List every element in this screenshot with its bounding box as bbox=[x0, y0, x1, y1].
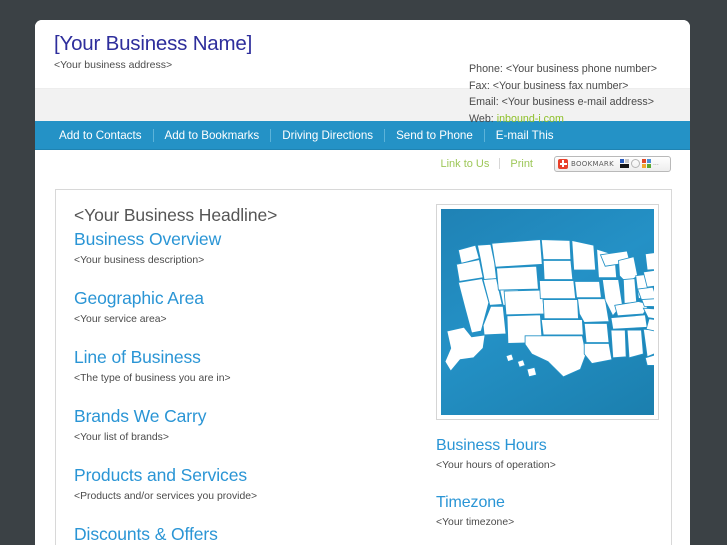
section-title: Discounts & Offers bbox=[74, 524, 218, 544]
page-header: [Your Business Name] <Your business addr… bbox=[35, 20, 690, 125]
section-body: <Your timezone> bbox=[436, 517, 515, 528]
page-root: [Your Business Name] <Your business addr… bbox=[0, 0, 727, 545]
contact-email: Email: <Your business e-mail address> bbox=[469, 96, 654, 108]
section-line-of-business: Line of Business <The type of business y… bbox=[74, 346, 434, 386]
section-body: <Your list of brands> bbox=[74, 432, 169, 443]
section-body: <Your hours of operation> bbox=[436, 460, 556, 471]
section-products-and-services: Products and Services <Products and/or s… bbox=[74, 464, 434, 504]
nav-driving-directions[interactable]: Driving Directions bbox=[271, 128, 386, 142]
map-frame bbox=[436, 204, 659, 420]
business-headline: <Your Business Headline> bbox=[74, 205, 278, 225]
section-body: <Your service area> bbox=[74, 314, 167, 325]
section-title: Business Hours bbox=[436, 437, 547, 454]
business-website-link[interactable]: inbound-i.com bbox=[497, 113, 564, 125]
nav-email-this[interactable]: E-mail This bbox=[485, 129, 565, 142]
section-timezone: Timezone <Your timezone> bbox=[436, 492, 674, 530]
right-content-column: Business Hours <Your hours of operation>… bbox=[434, 204, 674, 545]
main-content-box: <Your Business Headline> Business Overvi… bbox=[55, 189, 672, 545]
section-business-hours: Business Hours <Your hours of operation> bbox=[436, 435, 674, 473]
plus-icon bbox=[558, 158, 568, 169]
section-business-overview: Business Overview <Your business descrip… bbox=[74, 228, 434, 268]
link-to-us-link[interactable]: Link to Us bbox=[430, 158, 499, 170]
business-name: [Your Business Name] bbox=[54, 32, 253, 55]
google-icon[interactable] bbox=[641, 159, 651, 168]
nav-add-to-bookmarks[interactable]: Add to Bookmarks bbox=[154, 128, 272, 142]
contact-web: Web: inbound-i.com bbox=[469, 111, 657, 128]
section-geographic-area: Geographic Area <Your service area> bbox=[74, 287, 434, 327]
section-title: Line of Business bbox=[74, 347, 201, 367]
bookmark-share-button[interactable]: BOOKMARK ... bbox=[554, 155, 671, 172]
section-title: Brands We Carry bbox=[74, 406, 207, 426]
nav-send-to-phone[interactable]: Send to Phone bbox=[385, 128, 485, 142]
section-brands-we-carry: Brands We Carry <Your list of brands> bbox=[74, 405, 434, 445]
section-title: Timezone bbox=[436, 494, 505, 511]
section-title: Business Overview bbox=[74, 229, 222, 249]
section-body: <The type of business you are in> bbox=[74, 373, 231, 384]
united-states-map-icon bbox=[441, 209, 654, 415]
share-icons-group: ... bbox=[619, 159, 659, 168]
contact-phone: Phone: <Your business phone number> bbox=[469, 63, 657, 75]
left-content-column: <Your Business Headline> Business Overvi… bbox=[74, 204, 434, 545]
print-link[interactable]: Print bbox=[500, 158, 543, 170]
section-body: <Your business description> bbox=[74, 255, 205, 266]
delicious-icon[interactable] bbox=[619, 159, 629, 168]
section-discounts-and-offers: Discounts & Offers bbox=[74, 523, 434, 545]
section-body: <Products and/or services you provide> bbox=[74, 491, 258, 502]
nav-add-to-contacts[interactable]: Add to Contacts bbox=[48, 128, 154, 142]
business-page-card: [Your Business Name] <Your business addr… bbox=[35, 20, 690, 545]
section-title: Products and Services bbox=[74, 465, 247, 485]
contact-fax: Fax: <Your business fax number> bbox=[469, 79, 629, 92]
facebook-icon[interactable] bbox=[630, 159, 640, 168]
bookmark-label: BOOKMARK bbox=[571, 159, 614, 168]
utility-links-row: Link to Us Print BOOKMARK ... bbox=[35, 150, 690, 177]
more-icon[interactable]: ... bbox=[653, 160, 659, 167]
contact-info-block: Phone: <Your business phone number> Fax:… bbox=[469, 61, 657, 127]
contact-web-label: Web: bbox=[469, 112, 497, 125]
section-title: Geographic Area bbox=[74, 288, 204, 308]
